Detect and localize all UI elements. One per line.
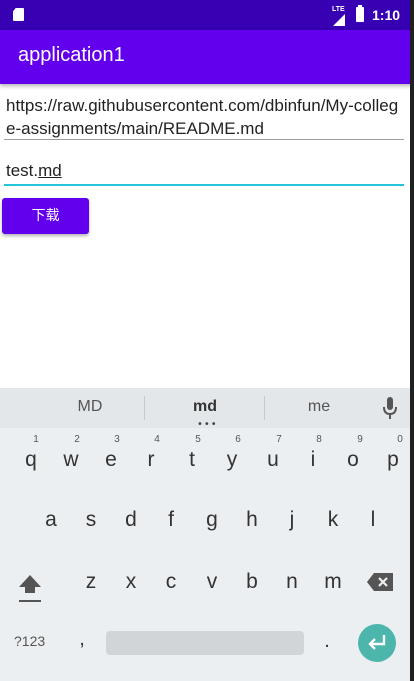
suggestion-item[interactable]: MD	[50, 398, 130, 416]
backspace-icon[interactable]	[367, 573, 393, 591]
key-f[interactable]: f	[153, 500, 189, 540]
key-l[interactable]: l	[355, 500, 391, 540]
key-n[interactable]: n	[274, 562, 310, 602]
filename-input[interactable]: test.md	[4, 158, 404, 186]
key-hint: 2	[74, 434, 80, 445]
sd-card-icon	[13, 8, 24, 21]
key-a[interactable]: a	[33, 500, 69, 540]
key-hint: 5	[195, 434, 201, 445]
key-m[interactable]: m	[315, 562, 351, 602]
shift-icon[interactable]	[18, 574, 42, 604]
enter-key[interactable]	[358, 624, 396, 662]
key-b[interactable]: b	[234, 562, 270, 602]
battery-icon	[356, 5, 364, 22]
key-t[interactable]: t	[174, 440, 210, 480]
key-hint: 6	[235, 434, 241, 445]
app-bar: application1	[0, 30, 414, 84]
download-button[interactable]: 下载	[2, 198, 89, 234]
key-r[interactable]: r	[133, 440, 169, 480]
suggestion-divider	[264, 396, 265, 420]
key-q[interactable]: q	[13, 440, 49, 480]
key-hint: 8	[316, 434, 322, 445]
key-o[interactable]: o	[335, 440, 371, 480]
key-w[interactable]: w	[53, 440, 89, 480]
space-key[interactable]	[106, 631, 304, 655]
key-y[interactable]: y	[214, 440, 250, 480]
status-bar: LTE 1:10	[0, 0, 414, 30]
more-suggestions-icon: •••	[197, 419, 218, 430]
key-i[interactable]: i	[295, 440, 331, 480]
filename-prefix: test.	[6, 161, 39, 180]
key-hint: 7	[276, 434, 282, 445]
key-h[interactable]: h	[234, 500, 270, 540]
period-key[interactable]: .	[320, 630, 334, 653]
key-c[interactable]: c	[153, 562, 189, 602]
soft-keyboard: MD md ••• me q1 w2 e3 r4 t5 y6 u7 i8 o9 p0 asdfgh…	[0, 388, 414, 681]
key-v[interactable]: v	[194, 562, 230, 602]
key-s[interactable]: s	[73, 500, 109, 540]
mic-icon[interactable]	[383, 397, 397, 419]
suggestion-divider	[144, 396, 145, 420]
key-k[interactable]: k	[315, 500, 351, 540]
comma-key[interactable]: ,	[72, 628, 92, 651]
key-hint: 9	[357, 434, 363, 445]
filename-suffix: md	[38, 161, 62, 180]
signal-icon	[333, 14, 345, 26]
key-u[interactable]: u	[255, 440, 291, 480]
key-j[interactable]: j	[274, 500, 310, 540]
key-d[interactable]: d	[113, 500, 149, 540]
key-g[interactable]: g	[194, 500, 230, 540]
key-hint: 3	[114, 434, 120, 445]
key-hint: 4	[154, 434, 160, 445]
key-x[interactable]: x	[113, 562, 149, 602]
suggestion-item[interactable]: me	[279, 398, 359, 416]
suggestion-item[interactable]: md	[165, 398, 245, 416]
network-type-label: LTE	[332, 6, 345, 13]
symbols-key[interactable]: ?123	[14, 633, 45, 649]
url-input[interactable]: https://raw.githubusercontent.com/dbinfu…	[4, 94, 404, 140]
key-hint: 1	[33, 434, 39, 445]
key-p[interactable]: p	[375, 440, 411, 480]
suggestion-bar: MD md ••• me	[0, 388, 414, 430]
enter-icon	[368, 635, 386, 650]
status-time: 1:10	[372, 7, 401, 23]
key-hint: 0	[397, 434, 403, 445]
device-frame-edge	[410, 0, 414, 681]
key-z[interactable]: z	[73, 562, 109, 602]
key-e[interactable]: e	[93, 440, 129, 480]
app-title: application1	[18, 44, 125, 66]
